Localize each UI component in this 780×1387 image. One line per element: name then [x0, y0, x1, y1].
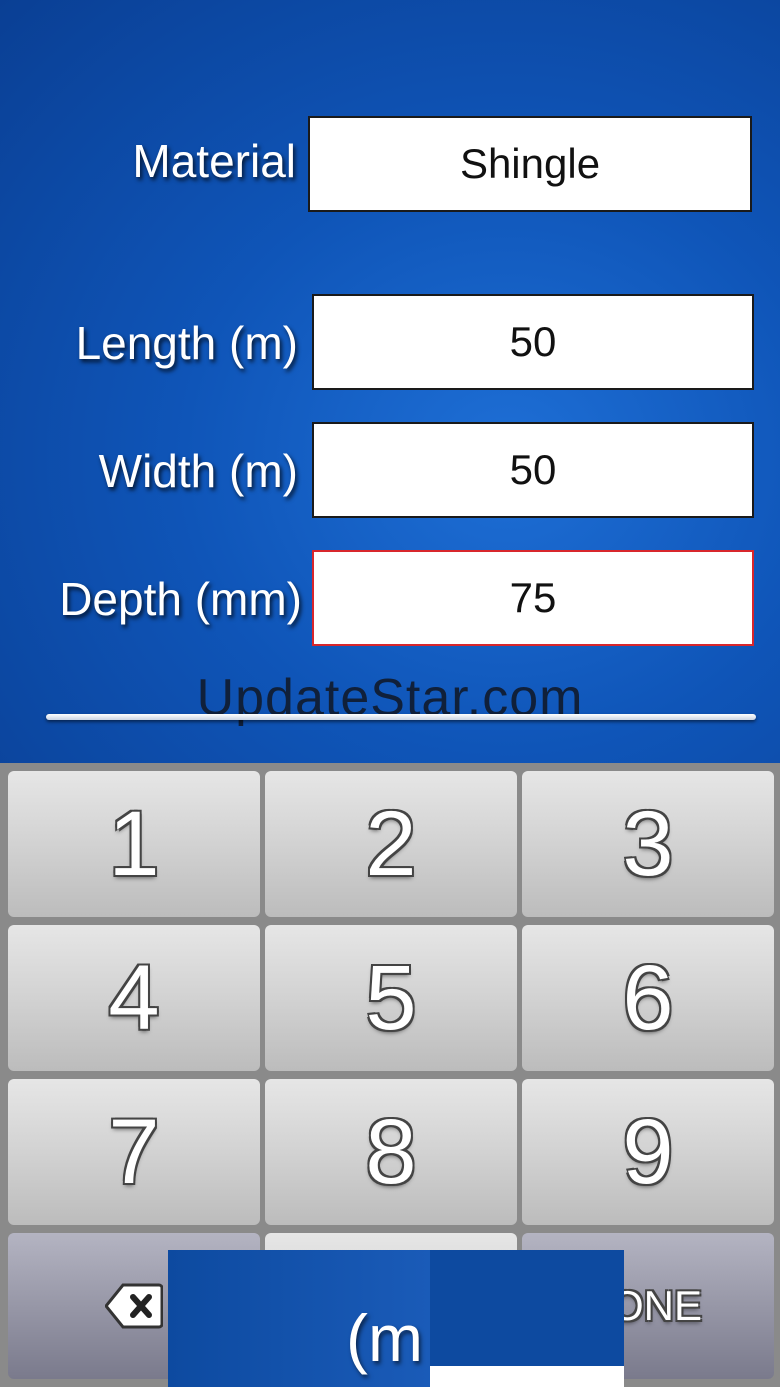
width-input[interactable]: 50	[312, 422, 754, 518]
key-2[interactable]: 2	[265, 771, 517, 917]
material-field[interactable]: Shingle	[308, 116, 752, 212]
overlay-block	[430, 1250, 624, 1366]
key-7[interactable]: 7	[8, 1079, 260, 1225]
key-3[interactable]: 3	[522, 771, 774, 917]
key-8[interactable]: 8	[265, 1079, 517, 1225]
width-label: Width (m)	[98, 445, 298, 497]
key-1[interactable]: 1	[8, 771, 260, 917]
overlay-fragment-text: (m	[346, 1301, 423, 1375]
backspace-icon	[104, 1283, 164, 1329]
key-5[interactable]: 5	[265, 925, 517, 1071]
divider	[46, 714, 756, 720]
depth-input[interactable]: 75	[312, 550, 754, 646]
key-4[interactable]: 4	[8, 925, 260, 1071]
key-9[interactable]: 9	[522, 1079, 774, 1225]
overlay-block	[430, 1366, 624, 1387]
depth-label: Depth (mm)	[59, 573, 302, 625]
length-input[interactable]: 50	[312, 294, 754, 390]
key-6[interactable]: 6	[522, 925, 774, 1071]
material-label: Material	[132, 135, 296, 187]
form-panel: Material Shingle Length (m) 50 Width (m)…	[0, 0, 780, 763]
length-label: Length (m)	[75, 317, 298, 369]
